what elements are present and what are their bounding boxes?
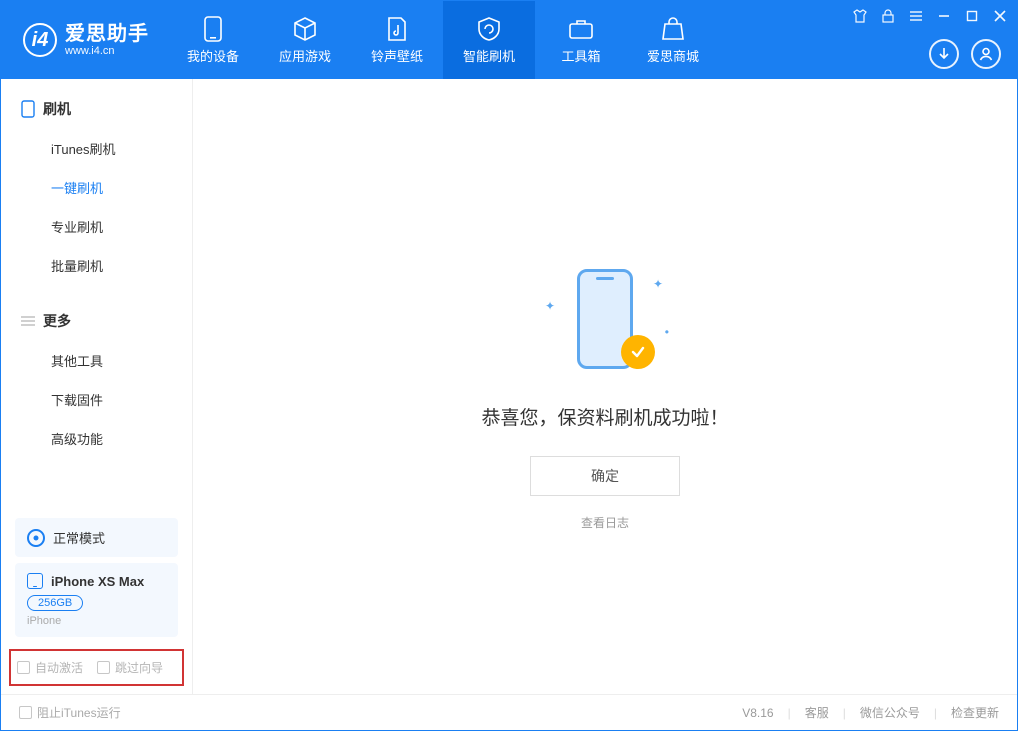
shield-refresh-icon	[476, 16, 502, 42]
mode-card[interactable]: 正常模式	[15, 518, 178, 557]
sidebar-item-pro-flash[interactable]: 专业刷机	[1, 207, 192, 246]
cube-icon	[292, 16, 318, 42]
list-icon	[21, 315, 35, 327]
separator: |	[788, 706, 791, 720]
logo-text: 爱思助手 www.i4.cn	[65, 23, 149, 57]
tab-smart-flash[interactable]: 智能刷机	[443, 1, 535, 79]
checkbox-label: 自动激活	[35, 659, 83, 676]
tab-label: 智能刷机	[463, 46, 515, 65]
sparkle-icon: •	[665, 325, 669, 339]
sidebar-item-oneclick-flash[interactable]: 一键刷机	[1, 168, 192, 207]
tab-store[interactable]: 爱思商城	[627, 1, 719, 79]
sidebar-header-flash: 刷机	[1, 93, 192, 129]
menu-icon[interactable]	[907, 7, 925, 25]
close-button[interactable]	[991, 7, 1009, 25]
device-card[interactable]: iPhone XS Max 256GB iPhone	[15, 563, 178, 637]
sidebar-section-flash: 刷机 iTunes刷机 一键刷机 专业刷机 批量刷机	[1, 79, 192, 291]
check-badge-icon	[621, 335, 655, 369]
download-button[interactable]	[929, 39, 959, 69]
tab-my-device[interactable]: 我的设备	[167, 1, 259, 79]
sparkle-icon: ✦	[653, 277, 663, 291]
tshirt-icon[interactable]	[851, 7, 869, 25]
tab-label: 我的设备	[187, 46, 239, 65]
separator: |	[843, 706, 846, 720]
sparkle-icon: ✦	[545, 299, 555, 313]
success-message: 恭喜您，保资料刷机成功啦！	[481, 403, 728, 430]
ok-button[interactable]: 确定	[530, 456, 680, 496]
minimize-button[interactable]	[935, 7, 953, 25]
lock-icon[interactable]	[879, 7, 897, 25]
app-title: 爱思助手	[65, 23, 149, 45]
mode-label: 正常模式	[53, 528, 105, 547]
tab-apps-games[interactable]: 应用游戏	[259, 1, 351, 79]
checkbox-icon	[97, 661, 110, 674]
phone-small-icon	[27, 573, 43, 589]
footer: 阻止iTunes运行 V8.16 | 客服 | 微信公众号 | 检查更新	[1, 694, 1017, 730]
tab-label: 应用游戏	[279, 46, 331, 65]
tab-label: 工具箱	[561, 46, 600, 65]
mode-icon	[27, 529, 45, 547]
tab-ringtones-wallpapers[interactable]: 铃声壁纸	[351, 1, 443, 79]
sidebar-item-advanced[interactable]: 高级功能	[1, 419, 192, 458]
checkbox-label: 跳过向导	[115, 659, 163, 676]
device-name: iPhone XS Max	[51, 574, 144, 589]
checkbox-icon	[17, 661, 30, 674]
separator: |	[934, 706, 937, 720]
header: i4 爱思助手 www.i4.cn 我的设备 应用游戏 铃声壁纸 智能刷机	[1, 1, 1017, 79]
checkbox-auto-activate[interactable]: 自动激活	[17, 659, 83, 676]
header-action-circles	[929, 39, 1001, 69]
sidebar-bottom: 正常模式 iPhone XS Max 256GB iPhone 自动激活	[1, 512, 192, 694]
logo-block: i4 爱思助手 www.i4.cn	[1, 1, 167, 79]
logo-icon: i4	[23, 23, 57, 57]
section-title: 刷机	[43, 99, 71, 119]
app-window: i4 爱思助手 www.i4.cn 我的设备 应用游戏 铃声壁纸 智能刷机	[0, 0, 1018, 731]
app-url: www.i4.cn	[65, 45, 149, 57]
device-type: iPhone	[27, 615, 166, 627]
sidebar-item-other-tools[interactable]: 其他工具	[1, 341, 192, 380]
user-button[interactable]	[971, 39, 1001, 69]
main-content: ✦ ✦ • 恭喜您，保资料刷机成功啦！ 确定 查看日志	[193, 79, 1017, 694]
success-illustration: ✦ ✦ •	[545, 259, 665, 379]
device-outline-icon	[21, 100, 35, 118]
maximize-button[interactable]	[963, 7, 981, 25]
music-file-icon	[384, 16, 410, 42]
header-tabs: 我的设备 应用游戏 铃声壁纸 智能刷机 工具箱 爱思商城	[167, 1, 719, 79]
sidebar: 刷机 iTunes刷机 一键刷机 专业刷机 批量刷机 更多 其他工具 下载固件 …	[1, 79, 193, 694]
checkbox-icon	[19, 706, 32, 719]
version-label: V8.16	[742, 706, 773, 720]
bag-icon	[660, 16, 686, 42]
sidebar-item-batch-flash[interactable]: 批量刷机	[1, 246, 192, 285]
sidebar-item-download-firmware[interactable]: 下载固件	[1, 380, 192, 419]
phone-icon	[200, 16, 226, 42]
checkbox-label: 阻止iTunes运行	[37, 704, 121, 721]
sidebar-section-more: 更多 其他工具 下载固件 高级功能	[1, 291, 192, 464]
body: 刷机 iTunes刷机 一键刷机 专业刷机 批量刷机 更多 其他工具 下载固件 …	[1, 79, 1017, 694]
device-storage-badge: 256GB	[27, 595, 83, 611]
checkbox-block-itunes[interactable]: 阻止iTunes运行	[19, 704, 121, 721]
checkbox-skip-guide[interactable]: 跳过向导	[97, 659, 163, 676]
tab-label: 铃声壁纸	[371, 46, 423, 65]
tab-label: 爱思商城	[647, 46, 699, 65]
check-update-link[interactable]: 检查更新	[951, 704, 999, 721]
window-controls	[851, 7, 1009, 25]
sidebar-item-itunes-flash[interactable]: iTunes刷机	[1, 129, 192, 168]
tab-toolbox[interactable]: 工具箱	[535, 1, 627, 79]
view-log-link[interactable]: 查看日志	[581, 514, 629, 531]
support-link[interactable]: 客服	[805, 704, 829, 721]
highlighted-options-box: 自动激活 跳过向导	[9, 649, 184, 686]
footer-right: V8.16 | 客服 | 微信公众号 | 检查更新	[742, 704, 999, 721]
sidebar-header-more: 更多	[1, 305, 192, 341]
section-title: 更多	[43, 311, 71, 331]
wechat-link[interactable]: 微信公众号	[860, 704, 920, 721]
briefcase-icon	[568, 16, 594, 42]
